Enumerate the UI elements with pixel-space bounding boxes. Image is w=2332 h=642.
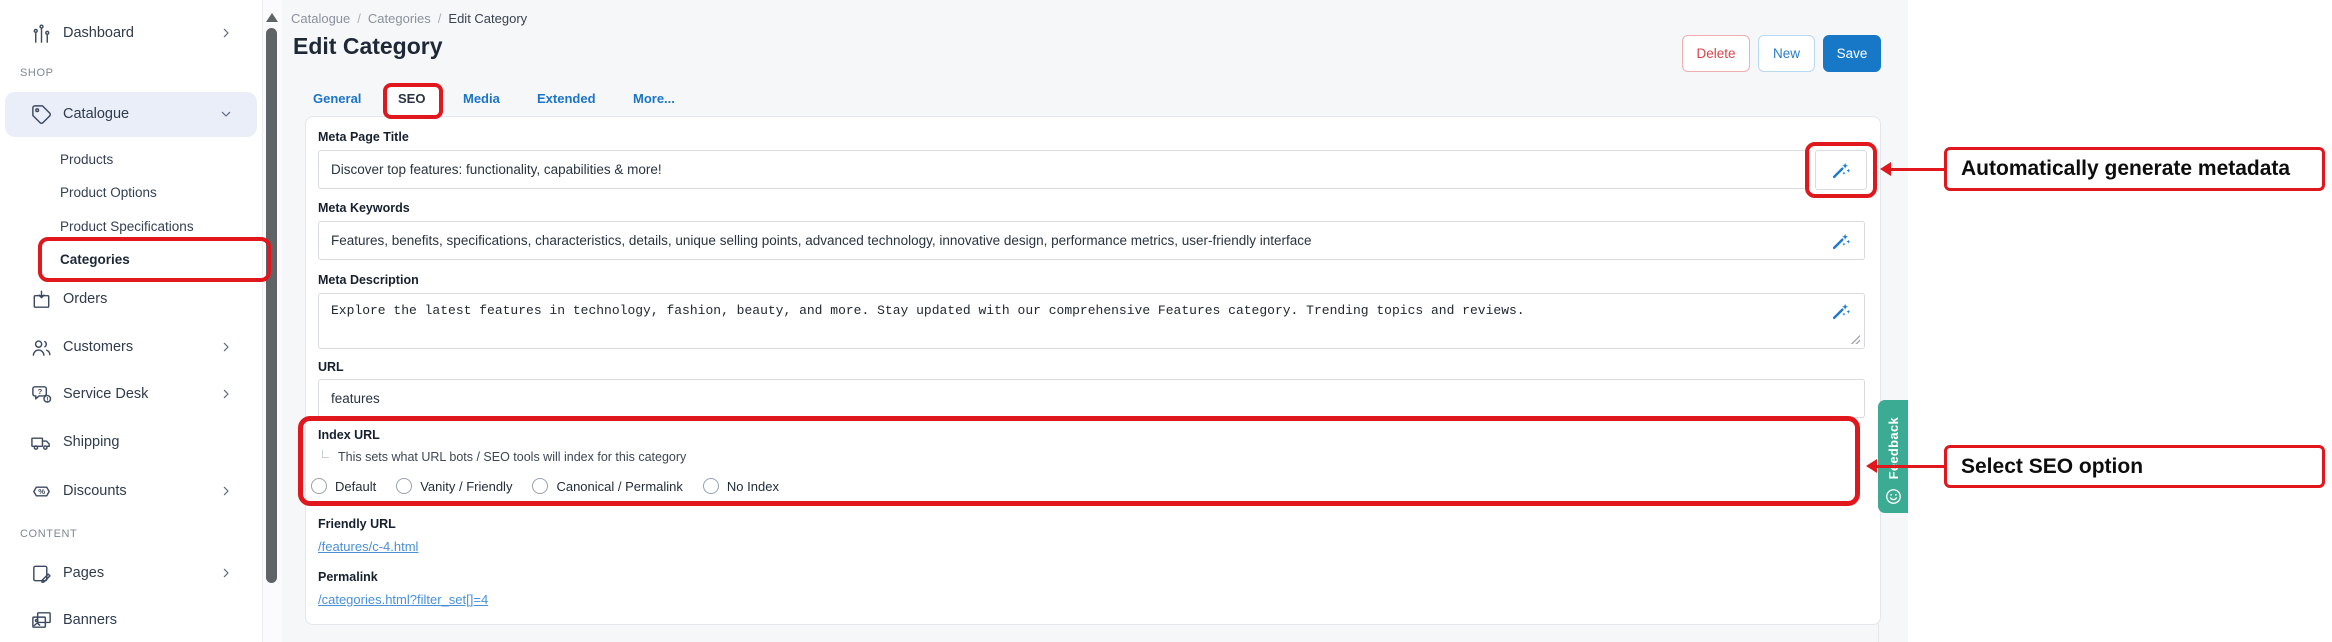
header-actions: Delete New Save: [1682, 35, 1881, 72]
index-url-label: Index URL: [318, 428, 380, 442]
sidebar-item-label: Dashboard: [63, 25, 134, 41]
bar-chart-icon: [30, 22, 53, 45]
magic-wand-icon[interactable]: [1830, 300, 1852, 322]
url-label: URL: [318, 360, 344, 374]
page-title: Edit Category: [293, 33, 443, 60]
permalink-label: Permalink: [318, 570, 378, 584]
url-input[interactable]: [318, 379, 1865, 418]
arrow-to-wand: [1891, 168, 1944, 171]
svg-text:%: %: [38, 487, 45, 496]
sidebar-item-shipping[interactable]: Shipping: [0, 427, 262, 457]
radio-no-index[interactable]: No Index: [703, 478, 779, 494]
tab-more[interactable]: More...: [633, 91, 675, 106]
edit-category-page: Dashboard SHOP Catalogue Products Produc…: [0, 0, 2332, 642]
sidebar-item-banners[interactable]: Banners: [0, 605, 262, 635]
chevron-down-icon: [218, 106, 234, 122]
radio-canonical-permalink[interactable]: Canonical / Permalink: [532, 478, 682, 494]
chevron-right-icon: [218, 386, 234, 402]
radio-default[interactable]: Default: [311, 478, 376, 494]
tree-line-glyph: [322, 450, 329, 458]
breadcrumb-catalogue[interactable]: Catalogue: [291, 11, 350, 26]
sidebar: Dashboard SHOP Catalogue Products Produc…: [0, 0, 262, 642]
sidebar-section-content: CONTENT: [20, 528, 77, 540]
seo-form-card: [305, 116, 1881, 625]
permalink-link[interactable]: /categories.html?filter_set[]=4: [318, 592, 488, 607]
smiley-icon: [1884, 487, 1903, 506]
sidebar-item-pages[interactable]: Pages: [0, 558, 262, 588]
svg-text:?: ?: [38, 386, 43, 395]
sidebar-item-dashboard[interactable]: Dashboard: [0, 18, 262, 48]
sidebar-item-customers[interactable]: Customers: [0, 332, 262, 362]
radio-circle[interactable]: [703, 478, 719, 494]
images-icon: [30, 609, 53, 632]
save-button[interactable]: Save: [1823, 35, 1881, 72]
callout-select-seo: Select SEO option: [1944, 445, 2325, 488]
index-url-options: Default Vanity / Friendly Canonical / Pe…: [311, 478, 779, 494]
sidebar-item-orders[interactable]: Orders: [0, 284, 262, 314]
scroll-up-arrow[interactable]: [266, 13, 278, 22]
radio-vanity-friendly[interactable]: Vanity / Friendly: [396, 478, 512, 494]
friendly-url-link[interactable]: /features/c-4.html: [318, 539, 418, 554]
magic-wand-icon: [1830, 159, 1852, 181]
sidebar-item-discounts[interactable]: % Discounts: [0, 476, 262, 506]
meta-description-textarea[interactable]: Explore the latest features in technolog…: [318, 293, 1865, 349]
meta-keywords-label: Meta Keywords: [318, 201, 410, 215]
callout-generate-metadata: Automatically generate metadata: [1944, 147, 2325, 191]
sidebar-item-product-options[interactable]: Product Options: [0, 179, 262, 205]
page-edit-icon: [30, 562, 53, 585]
tab-seo[interactable]: SEO: [398, 91, 425, 106]
meta-keywords-input[interactable]: [318, 221, 1865, 260]
chevron-right-icon: [218, 339, 234, 355]
arrow-to-index-url: [1877, 465, 1944, 468]
sidebar-item-categories[interactable]: Categories: [0, 246, 262, 272]
users-icon: [30, 336, 53, 359]
breadcrumb-categories[interactable]: Categories: [368, 11, 431, 26]
generate-metadata-button[interactable]: [1815, 150, 1867, 190]
meta-page-title-input[interactable]: [318, 150, 1810, 189]
radio-circle[interactable]: [396, 478, 412, 494]
package-icon: [30, 288, 53, 311]
tab-general[interactable]: General: [313, 91, 361, 106]
radio-circle[interactable]: [311, 478, 327, 494]
tab-media[interactable]: Media: [463, 91, 500, 106]
index-url-help: This sets what URL bots / SEO tools will…: [322, 450, 686, 464]
radio-circle[interactable]: [532, 478, 548, 494]
breadcrumb-separator: /: [357, 11, 361, 26]
sidebar-section-shop: SHOP: [20, 67, 54, 79]
sidebar-item-service-desk[interactable]: ? ! Service Desk: [0, 379, 262, 409]
meta-description-label: Meta Description: [318, 273, 419, 287]
percent-tag-icon: %: [30, 480, 53, 503]
magic-wand-icon[interactable]: [1830, 230, 1852, 252]
feedback-label: Feedback: [1886, 417, 1901, 479]
friendly-url-label: Friendly URL: [318, 517, 396, 531]
meta-page-title-label: Meta Page Title: [318, 130, 409, 144]
delete-button[interactable]: Delete: [1682, 35, 1750, 72]
tab-extended[interactable]: Extended: [537, 91, 596, 106]
svg-text:!: !: [46, 396, 48, 403]
feedback-tab[interactable]: Feedback: [1878, 400, 1908, 513]
sidebar-scrollbar-thumb[interactable]: [266, 28, 277, 583]
breadcrumb-current: Edit Category: [448, 11, 527, 26]
sidebar-item-products[interactable]: Products: [0, 146, 262, 172]
new-button[interactable]: New: [1758, 35, 1815, 72]
breadcrumb-separator: /: [438, 11, 442, 26]
truck-icon: [30, 431, 53, 454]
sidebar-item-label: Catalogue: [63, 106, 129, 122]
chevron-right-icon: [218, 483, 234, 499]
chat-help-icon: ? !: [30, 383, 53, 406]
tag-icon: [30, 103, 53, 126]
chevron-right-icon: [218, 565, 234, 581]
chevron-right-icon: [218, 25, 234, 41]
sidebar-item-catalogue[interactable]: Catalogue: [0, 99, 262, 129]
breadcrumb: Catalogue / Categories / Edit Category: [291, 11, 527, 26]
sidebar-item-product-specifications[interactable]: Product Specifications: [0, 213, 262, 239]
